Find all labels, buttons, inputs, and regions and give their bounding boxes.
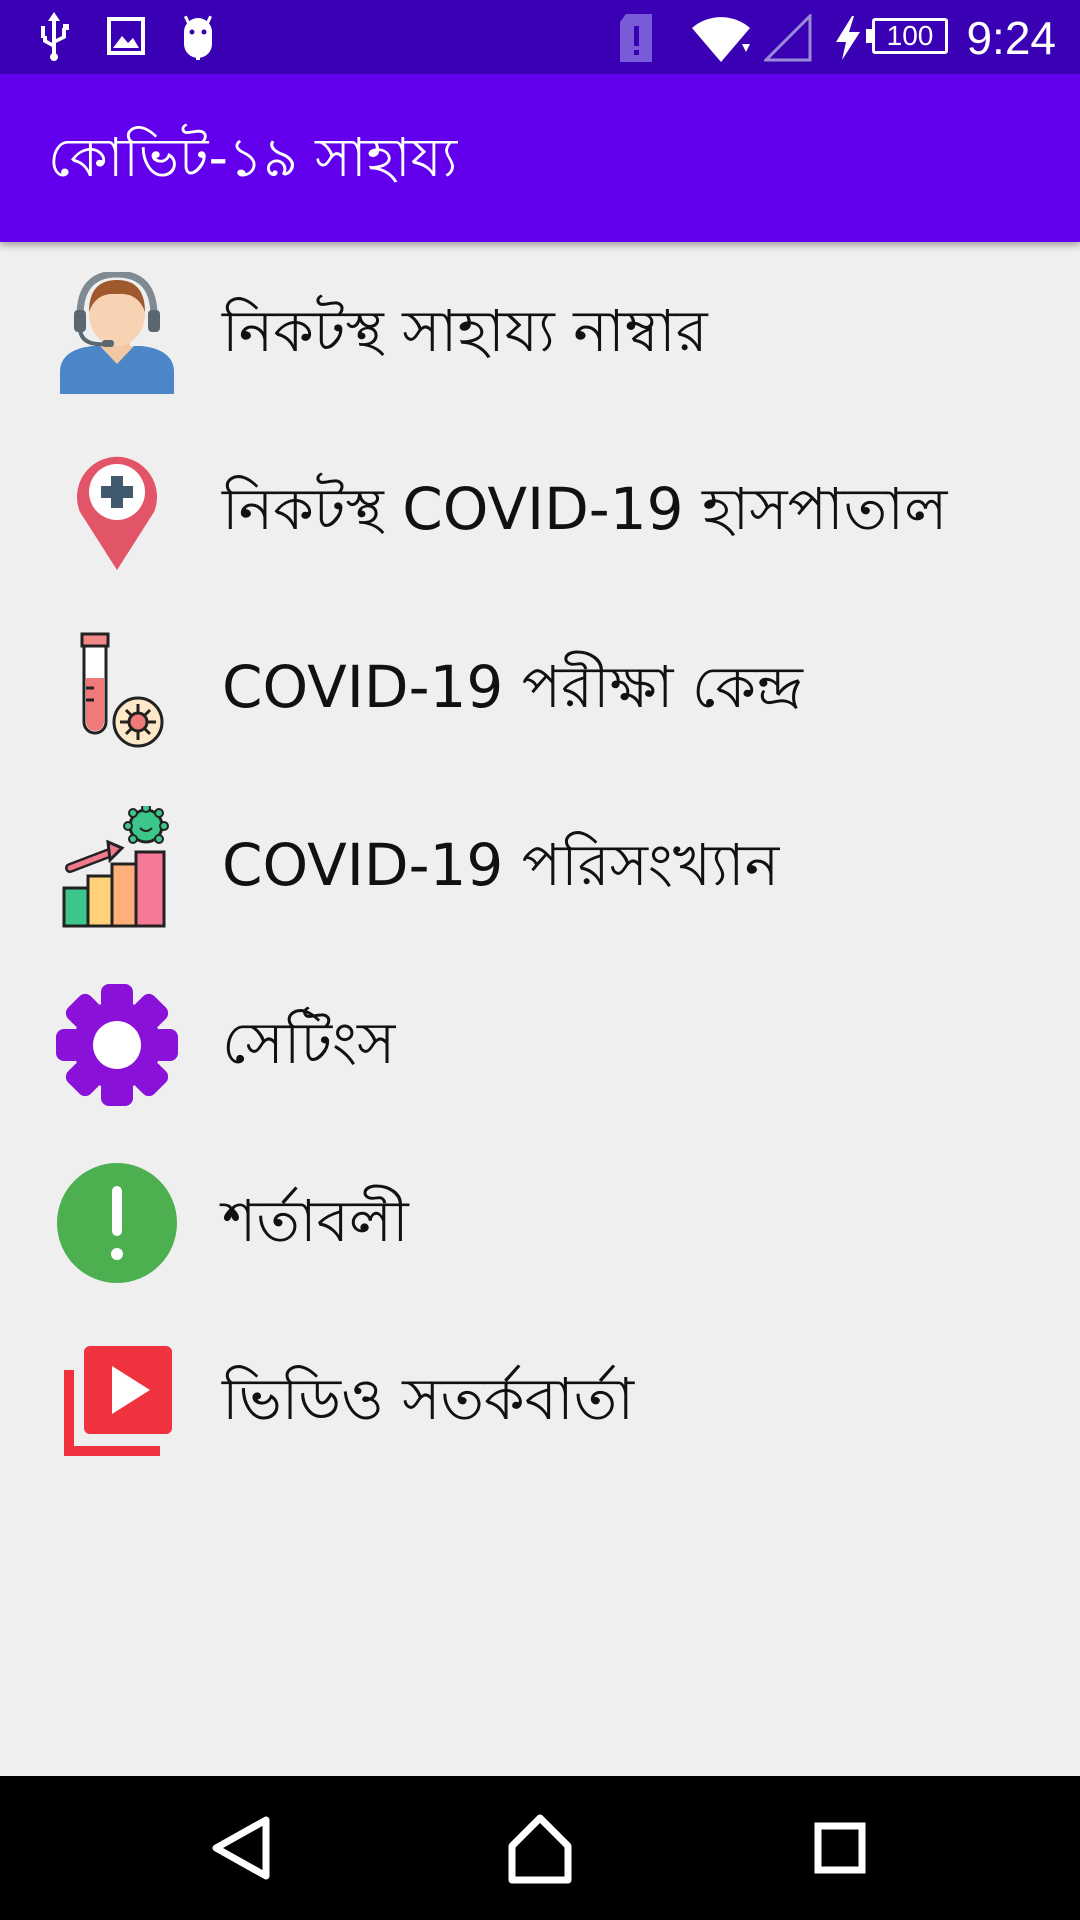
menu-item-helpline[interactable]: নিকটস্থ সাহায্য নাম্বার xyxy=(0,242,1080,420)
menu-item-label: COVID-19 পরিসংখ্যান xyxy=(222,831,780,899)
menu-item-label: ভিডিও সতর্কবার্তা xyxy=(222,1365,635,1433)
menu-item-label: সেটিংস xyxy=(222,1009,396,1077)
menu-item-label: নিকটস্থ COVID-19 হাসপাতাল xyxy=(222,475,948,543)
back-icon[interactable] xyxy=(200,1806,284,1890)
menu-item-video-alert[interactable]: ভিডিও সতর্কবার্তা xyxy=(0,1310,1080,1488)
menu-item-label: শর্তাবলী xyxy=(222,1187,409,1255)
statistics-chart-icon xyxy=(62,806,169,928)
clock: 9:24 xyxy=(966,12,1056,64)
menu-item-label: নিকটস্থ সাহায্য নাম্বার xyxy=(222,297,708,365)
app-bar: কোভিট-১৯ সাহায্য xyxy=(0,74,1080,242)
app-title: কোভিট-১৯ সাহায্য xyxy=(48,126,458,189)
menu-item-hospital[interactable]: নিকটস্থ COVID-19 হাসপাতাল xyxy=(0,420,1080,598)
charging-icon xyxy=(836,16,860,60)
screen: 100 9:24 কোভিট-১৯ সাহায্য নিকটস্থ সাহায্… xyxy=(0,0,1080,1920)
menu-item-settings[interactable]: সেটিংস xyxy=(0,954,1080,1132)
sim-alert-icon xyxy=(620,14,652,62)
battery-icon: 100 xyxy=(866,18,948,54)
hospital-location-pin-icon xyxy=(77,456,157,570)
navigation-bar xyxy=(0,1776,1080,1920)
menu-item-test-center[interactable]: COVID-19 পরীক্ষা কেন্দ্র xyxy=(0,598,1080,776)
menu-item-terms[interactable]: শর্তাবলী xyxy=(0,1132,1080,1310)
helpline-agent-icon xyxy=(60,272,174,394)
exclamation-circle-icon xyxy=(57,1163,177,1283)
gear-icon xyxy=(56,984,178,1106)
image-icon xyxy=(107,17,145,55)
video-library-icon xyxy=(64,1346,172,1456)
menu-item-statistics[interactable]: COVID-19 পরিসংখ্যান xyxy=(0,776,1080,954)
status-bar: 100 9:24 xyxy=(0,0,1080,74)
wifi-icon xyxy=(692,17,750,62)
android-debug-icon xyxy=(183,15,213,60)
menu-item-label: COVID-19 পরীক্ষা কেন্দ্র xyxy=(222,653,803,721)
test-tube-virus-icon xyxy=(80,632,164,748)
home-icon[interactable] xyxy=(498,1806,582,1890)
cell-signal-icon xyxy=(764,14,812,62)
recents-icon[interactable] xyxy=(798,1806,882,1890)
usb-icon xyxy=(41,12,69,61)
